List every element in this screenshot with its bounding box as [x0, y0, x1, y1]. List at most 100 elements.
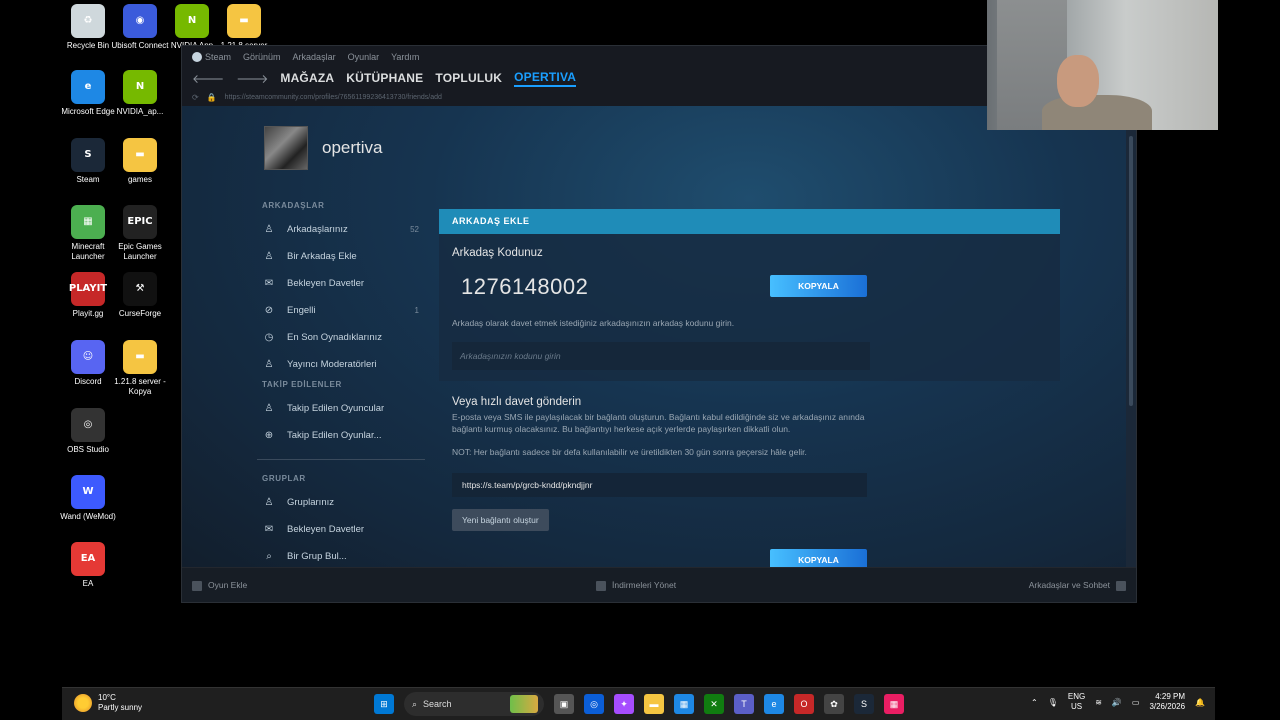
task-view-icon[interactable]: ▣ [554, 694, 574, 714]
chatgpt-icon[interactable]: ✿ [824, 694, 844, 714]
sidebar-item[interactable]: ◷ En Son Oynadıklarınız [257, 324, 427, 351]
desktop-app-icon: EPIC [123, 205, 157, 239]
desktop-app-icon: EA [71, 542, 105, 576]
sidebar-item[interactable]: ⌕ Bir Grup Bul... [257, 543, 427, 569]
tray-chevron-icon[interactable]: ⌃ [1031, 698, 1038, 707]
scrollbar-thumb[interactable] [1129, 136, 1133, 406]
new-link-button[interactable]: Yeni bağlantı oluştur [452, 509, 549, 531]
sidebar-item[interactable]: ♙ Takip Edilen Oyuncular [257, 395, 427, 422]
desktop-icon[interactable]: ♻ Recycle Bin [58, 4, 118, 51]
desktop-icon[interactable]: ▬1.21.8 server [214, 4, 274, 51]
tab-community[interactable]: TOPLULUK [435, 71, 502, 85]
forward-arrow-icon[interactable]: 🡒 [236, 71, 268, 86]
notification-icon[interactable]: 🔔 [1195, 698, 1205, 707]
teams-icon[interactable]: T [734, 694, 754, 714]
file-explorer-icon[interactable]: ▬ [644, 694, 664, 714]
refresh-icon[interactable]: ⟳ [192, 93, 199, 102]
friends-section-title: ARKADAŞLAR [262, 201, 325, 210]
add-game-button[interactable]: Oyun Ekle [192, 568, 247, 602]
url-text[interactable]: https://steamcommunity.com/profiles/7656… [225, 94, 442, 101]
desktop-icon-label: Steam [76, 175, 100, 184]
battery-icon[interactable]: ▭ [1132, 698, 1140, 707]
store-icon[interactable]: ▦ [674, 694, 694, 714]
start-button[interactable]: ⊞ [374, 694, 394, 714]
desktop-icon[interactable]: W Wand (WeMod) [58, 475, 118, 522]
sidebar-item-label: Engelli [287, 305, 316, 316]
steam-taskbar-icon[interactable]: S [854, 694, 874, 714]
tab-store[interactable]: MAĞAZA [280, 71, 334, 85]
desktop-icon-label: EA [82, 579, 94, 588]
desktop-icon[interactable]: EPIC Epic Games Launcher [110, 205, 170, 262]
back-arrow-icon[interactable]: 🡐 [192, 71, 224, 86]
tab-profile[interactable]: OPERTIVA [514, 70, 577, 87]
desktop-icon[interactable]: S Steam [58, 138, 118, 185]
person-icon: ♙ [264, 224, 274, 235]
desktop-icon-label: OBS Studio [67, 445, 109, 454]
desktop-icon[interactable]: ☺ Discord [58, 340, 118, 387]
games-menu-item[interactable]: Oyunlar [348, 52, 380, 62]
friend-code-value[interactable]: 1276148002 [461, 274, 1047, 300]
copy-link-button[interactable]: KOPYALA [770, 549, 867, 569]
desktop-icon-label: Playit.gg [72, 309, 104, 318]
downloads-button[interactable]: İndirmeleri Yönet [596, 568, 676, 602]
weather-widget[interactable]: 10°C Partly sunny [74, 693, 142, 713]
quick-invite-text: E-posta veya SMS ile paylaşılacak bir ba… [452, 412, 865, 434]
desktop-icon[interactable]: e Microsoft Edge [58, 70, 118, 117]
app-icon[interactable]: ▦ [884, 694, 904, 714]
sidebar-item[interactable]: ♙ Arkadaşlarınız 52 [257, 216, 427, 243]
language-indicator[interactable]: ENG US [1068, 692, 1085, 712]
sidebar-item[interactable]: ♙ Yayıncı Moderatörleri [257, 351, 427, 378]
sidebar-item[interactable]: ♙ Bir Arkadaş Ekle [257, 243, 427, 270]
volume-icon[interactable]: 🔊 [1112, 698, 1122, 707]
desktop-app-icon: e [71, 70, 105, 104]
steam-menu-item[interactable]: Steam [192, 52, 231, 63]
desktop-app-icon: ♻ [71, 4, 105, 38]
friends-menu-item[interactable]: Arkadaşlar [293, 52, 336, 62]
xbox-icon[interactable]: ✕ [704, 694, 724, 714]
taskbar-search[interactable]: ⌕ Search [404, 692, 544, 716]
invite-link-field[interactable]: https://s.team/p/grcb-kndd/pkndjjnr [452, 473, 867, 497]
desktop-icon[interactable]: ▦ Minecraft Launcher [58, 205, 118, 262]
dell-icon[interactable]: ◎ [584, 694, 604, 714]
copy-code-button[interactable]: KOPYALA [770, 275, 867, 297]
desktop-icon[interactable]: ⚒ CurseForge [110, 272, 170, 319]
opera-icon[interactable]: O [794, 694, 814, 714]
desktop-icon[interactable]: EA EA [58, 542, 118, 589]
sidebar-item[interactable]: ✉ Bekleyen Davetler [257, 516, 427, 543]
view-menu-item[interactable]: Görünüm [243, 52, 281, 62]
taskbar-apps: ⊞ ⌕ Search ▣ ◎ ✦ ▬ ▦ ✕ T e O ✿ S ▦ [374, 692, 904, 716]
avatar[interactable] [264, 126, 308, 170]
desktop-icon[interactable]: N NVIDIA_ap... [110, 70, 170, 117]
sidebar-item-label: Bekleyen Davetler [287, 278, 365, 289]
sidebar-item[interactable]: ⊘ Engelli 1 [257, 297, 427, 324]
desktop-icon[interactable]: ▬ games [110, 138, 170, 185]
desktop-icon[interactable]: ◎ OBS Studio [58, 408, 118, 455]
clock[interactable]: 4:29 PM 3/26/2026 [1149, 692, 1185, 712]
webcam-overlay [987, 0, 1218, 130]
desktop-screen: ♻Recycle Bin◉Ubisoft ConnectNNVIDIA App▬… [0, 0, 1280, 720]
friends-chat-button[interactable]: Arkadaşlar ve Sohbet [1029, 568, 1126, 602]
page-scrollbar[interactable] [1126, 106, 1136, 569]
friend-code-input[interactable]: Arkadaşınızın kodunu girin [452, 342, 870, 370]
profile-name[interactable]: opertiva [322, 138, 382, 158]
copilot-icon[interactable]: ✦ [614, 694, 634, 714]
friends-sidebar: ARKADAŞLAR ♙ Arkadaşlarınız 52 ♙ Bir Arkadaş… [257, 201, 427, 569]
wifi-icon[interactable]: ≋ [1095, 698, 1102, 707]
edge-icon[interactable]: e [764, 694, 784, 714]
steam-bottombar: Oyun Ekle İndirmeleri Yönet Arkadaşlar v… [182, 567, 1136, 602]
plus-icon [192, 580, 202, 591]
desktop-icon[interactable]: PLAYIT Playit.gg [58, 272, 118, 319]
groups-items: ♙ Gruplarınız ✉ Bekleyen Davetler ⌕ Bir Grup … [257, 489, 427, 569]
sidebar-item[interactable]: ⊕ Takip Edilen Oyunlar... [257, 422, 427, 449]
group-icon: ♙ [264, 497, 274, 508]
desktop-icon[interactable]: ▬ 1.21.8 server - Kopya [110, 340, 170, 397]
desktop-icon[interactable]: NNVIDIA App [162, 4, 222, 51]
sidebar-item[interactable]: ✉ Bekleyen Davetler [257, 270, 427, 297]
sidebar-item[interactable]: ♙ Gruplarınız [257, 489, 427, 516]
microphone-icon[interactable]: 🎙 [1048, 698, 1058, 707]
search-icon: ⌕ [266, 551, 272, 562]
desktop-icon[interactable]: ◉ Ubisoft Connect [110, 4, 170, 51]
help-menu-item[interactable]: Yardım [391, 52, 419, 62]
clock-icon: ◷ [264, 332, 274, 343]
tab-library[interactable]: KÜTÜPHANE [346, 71, 423, 85]
